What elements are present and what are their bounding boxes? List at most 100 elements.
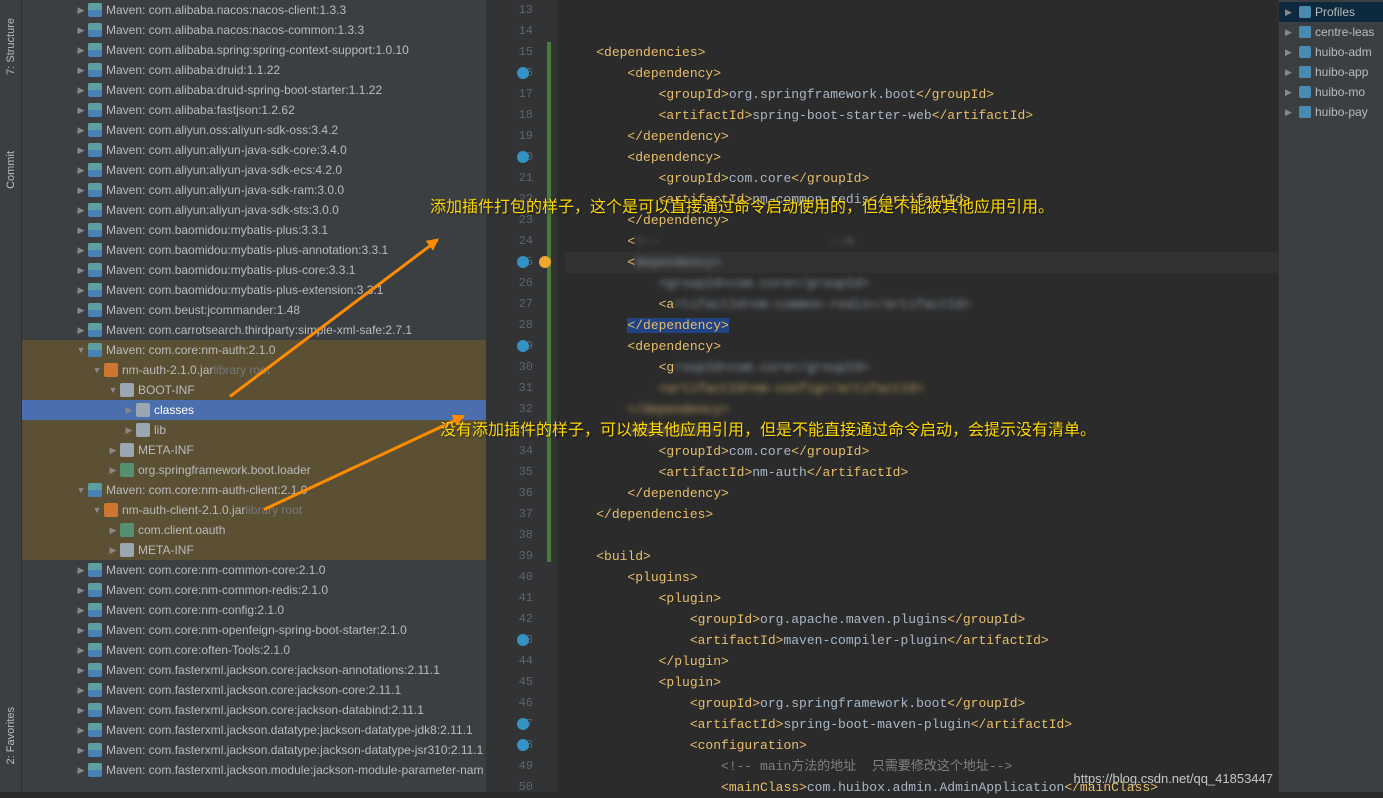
gutter-run-icon[interactable] [517, 256, 529, 268]
tree-item[interactable]: Maven: com.aliyun:aliyun-java-sdk-ram:3.… [22, 180, 486, 200]
tree-arrow-icon[interactable] [106, 465, 120, 476]
tree-arrow-icon[interactable] [74, 85, 88, 96]
tree-item[interactable]: META-INF [22, 440, 486, 460]
maven-item[interactable]: ▶huibo-adm [1279, 42, 1383, 62]
tree-arrow-icon[interactable] [74, 125, 88, 136]
code-line[interactable]: <dependency> [565, 147, 1278, 168]
tree-arrow-icon[interactable] [74, 745, 88, 756]
gutter-run-icon[interactable] [517, 718, 529, 730]
tree-item[interactable]: Maven: com.aliyun:aliyun-java-sdk-core:3… [22, 140, 486, 160]
code-line[interactable]: <dependency> [565, 336, 1278, 357]
tree-item[interactable]: com.client.oauth [22, 520, 486, 540]
tree-item[interactable]: Maven: com.fasterxml.jackson.datatype:ja… [22, 740, 486, 760]
code-area[interactable]: <dependencies> <dependency> <groupId>org… [557, 0, 1278, 792]
gutter-run-icon[interactable] [517, 739, 529, 751]
tree-item[interactable]: BOOT-INF [22, 380, 486, 400]
tree-arrow-icon[interactable] [74, 185, 88, 196]
tab-structure[interactable]: 7: Structure [3, 10, 19, 83]
gutter-run-icon[interactable] [517, 151, 529, 163]
gutter-run-icon[interactable] [517, 67, 529, 79]
maven-item[interactable]: ▶huibo-pay [1279, 102, 1383, 122]
tree-arrow-icon[interactable] [74, 765, 88, 776]
tree-arrow-icon[interactable] [74, 725, 88, 736]
code-line[interactable]: <groupId>org.apache.maven.plugins</group… [565, 609, 1278, 630]
code-line[interactable] [565, 21, 1278, 42]
tree-item[interactable]: Maven: com.aliyun.oss:aliyun-sdk-oss:3.4… [22, 120, 486, 140]
tree-item[interactable]: Maven: com.core:nm-auth-client:2.1.0 [22, 480, 486, 500]
tree-arrow-icon[interactable] [74, 265, 88, 276]
tree-item[interactable]: Maven: com.alibaba:druid-spring-boot-sta… [22, 80, 486, 100]
tree-item[interactable]: Maven: com.alibaba.spring:spring-context… [22, 40, 486, 60]
tree-arrow-icon[interactable] [74, 5, 88, 16]
tree-arrow-icon[interactable] [74, 565, 88, 576]
tree-item[interactable]: classes [22, 400, 486, 420]
tree-arrow-icon[interactable] [74, 325, 88, 336]
tree-arrow-icon[interactable] [74, 605, 88, 616]
code-line[interactable]: <build> [565, 546, 1278, 567]
maven-item[interactable]: ▶centre-leas [1279, 22, 1383, 42]
tree-arrow-icon[interactable] [74, 205, 88, 216]
tree-arrow-icon[interactable] [106, 445, 120, 456]
tree-arrow-icon[interactable] [106, 525, 120, 536]
tree-item[interactable]: Maven: com.alibaba:druid:1.1.22 [22, 60, 486, 80]
code-line[interactable]: </dependencies> [565, 504, 1278, 525]
code-line[interactable]: </dependency> [565, 483, 1278, 504]
maven-item[interactable]: ▶huibo-mo [1279, 82, 1383, 102]
tree-arrow-icon[interactable] [122, 405, 136, 416]
code-line[interactable]: <plugin> [565, 672, 1278, 693]
tree-item[interactable]: Maven: com.core:nm-openfeign-spring-boot… [22, 620, 486, 640]
gutter-run-icon[interactable] [517, 340, 529, 352]
maven-item[interactable]: ▶Profiles [1279, 2, 1383, 22]
tree-item[interactable]: Maven: com.core:nm-auth:2.1.0 [22, 340, 486, 360]
tree-item[interactable]: Maven: com.fasterxml.jackson.core:jackso… [22, 700, 486, 720]
tree-item[interactable]: org.springframework.boot.loader [22, 460, 486, 480]
tree-arrow-icon[interactable] [74, 145, 88, 156]
tree-arrow-icon[interactable] [74, 585, 88, 596]
code-line[interactable]: <artifactId>maven-compiler-plugin</artif… [565, 630, 1278, 651]
tab-favorites[interactable]: 2: Favorites [3, 699, 19, 772]
tree-arrow-icon[interactable] [74, 105, 88, 116]
code-editor[interactable]: 1314151617181920212223242526272829303132… [487, 0, 1278, 792]
tree-item[interactable]: Maven: com.core:nm-common-core:2.1.0 [22, 560, 486, 580]
tree-arrow-icon[interactable] [74, 245, 88, 256]
code-line[interactable]: <groupId>org.springframework.boot</group… [565, 84, 1278, 105]
code-line[interactable]: <artifactId>nm-common-redis</artifactId> [565, 294, 1278, 315]
tree-item[interactable]: Maven: com.baomidou:mybatis-plus:3.3.1 [22, 220, 486, 240]
tree-arrow-icon[interactable] [74, 225, 88, 236]
tree-item[interactable]: Maven: com.fasterxml.jackson.core:jackso… [22, 680, 486, 700]
tree-item[interactable]: Maven: com.baomidou:mybatis-plus-extensi… [22, 280, 486, 300]
tree-arrow-icon[interactable] [74, 65, 88, 76]
code-line[interactable]: <configuration> [565, 735, 1278, 756]
tree-item[interactable]: Maven: com.alibaba.nacos:nacos-common:1.… [22, 20, 486, 40]
tree-arrow-icon[interactable] [74, 705, 88, 716]
code-line[interactable]: <groupId>com.core</groupId> [565, 441, 1278, 462]
code-line[interactable]: <groupId>org.springframework.boot</group… [565, 693, 1278, 714]
tree-arrow-icon[interactable] [74, 285, 88, 296]
code-line[interactable] [565, 0, 1278, 21]
code-line[interactable]: <artifactId>nm-config</artifactId> [565, 378, 1278, 399]
tree-item[interactable]: Maven: com.aliyun:aliyun-java-sdk-sts:3.… [22, 200, 486, 220]
code-line[interactable]: <!-- --> [565, 231, 1278, 252]
tree-arrow-icon[interactable] [74, 485, 88, 495]
code-line[interactable]: <plugin> [565, 588, 1278, 609]
tree-item[interactable]: Maven: com.fasterxml.jackson.module:jack… [22, 760, 486, 780]
code-line[interactable]: <plugins> [565, 567, 1278, 588]
code-line[interactable]: <groupId>com.core</groupId> [565, 357, 1278, 378]
tree-arrow-icon[interactable] [74, 305, 88, 316]
tree-item[interactable]: Maven: com.core:often-Tools:2.1.0 [22, 640, 486, 660]
code-line[interactable]: <groupId>com.core</groupId> [565, 273, 1278, 294]
tree-item[interactable]: nm-auth-client-2.1.0.jar library root [22, 500, 486, 520]
code-line[interactable]: </plugin> [565, 651, 1278, 672]
intention-bulb-icon[interactable] [539, 256, 551, 268]
code-line[interactable]: <groupId>com.core</groupId> [565, 168, 1278, 189]
tree-item[interactable]: Maven: com.core:nm-common-redis:2.1.0 [22, 580, 486, 600]
tree-item[interactable]: Maven: com.aliyun:aliyun-java-sdk-ecs:4.… [22, 160, 486, 180]
gutter-run-icon[interactable] [517, 634, 529, 646]
tree-arrow-icon[interactable] [74, 645, 88, 656]
tree-arrow-icon[interactable] [74, 665, 88, 676]
maven-item[interactable]: ▶huibo-app [1279, 62, 1383, 82]
tree-item[interactable]: Maven: com.baomidou:mybatis-plus-core:3.… [22, 260, 486, 280]
code-line[interactable]: </dependency> [565, 315, 1278, 336]
tree-arrow-icon[interactable] [74, 165, 88, 176]
code-line[interactable]: <dependency> [565, 252, 1278, 273]
